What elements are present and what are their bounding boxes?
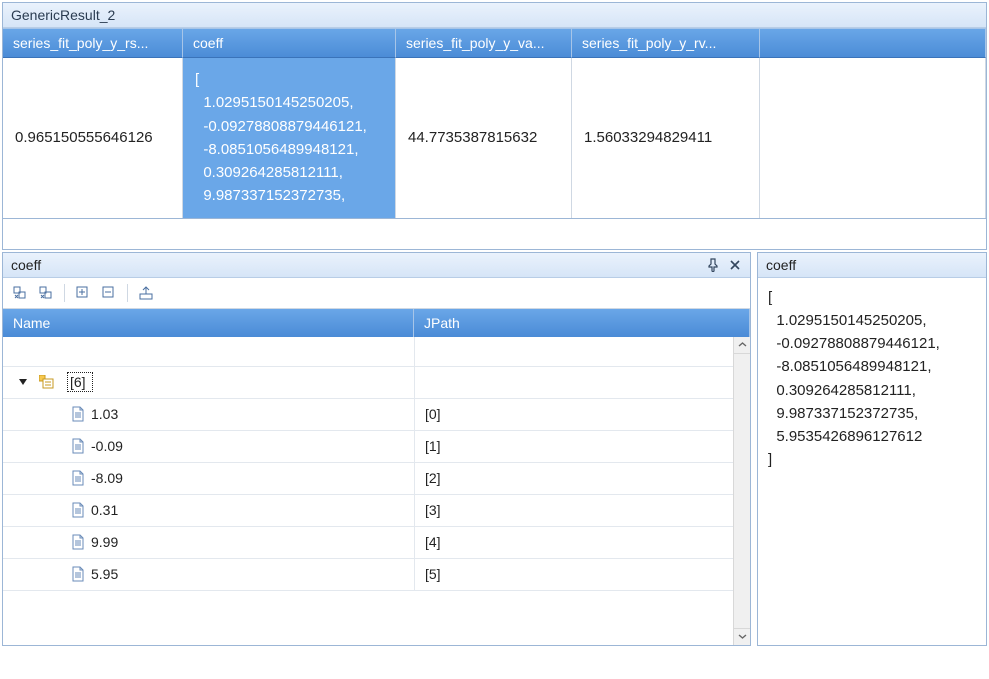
cell-rv[interactable]: 1.56033294829411 — [572, 58, 760, 218]
column-header[interactable]: series_fit_poly_y_rs... — [3, 28, 183, 58]
collapse-node-icon[interactable] — [98, 282, 120, 304]
document-icon — [71, 534, 85, 550]
pane-title: coeff — [766, 257, 796, 273]
column-header[interactable]: series_fit_poly_y_va... — [396, 28, 572, 58]
document-icon — [71, 502, 85, 518]
tree-header-row: Name JPath — [3, 309, 750, 337]
array-node-icon — [39, 375, 55, 389]
tree-item-row[interactable]: 9.99 [4] — [3, 527, 750, 559]
tree-item-jpath: [0] — [414, 399, 750, 430]
tree-item-label: -8.09 — [91, 470, 123, 486]
pane-header: coeff — [3, 253, 750, 278]
export-icon[interactable] — [135, 282, 157, 304]
tree-root-row[interactable]: [6] — [3, 367, 750, 399]
cell-empty — [760, 58, 986, 218]
result-panel: GenericResult_2 series_fit_poly_y_rs... … — [2, 2, 987, 250]
document-icon — [71, 470, 85, 486]
tree-item-label: 1.03 — [91, 406, 118, 422]
column-header[interactable]: coeff — [183, 28, 396, 58]
tree-toolbar — [3, 278, 750, 309]
collapse-all-icon[interactable] — [35, 282, 57, 304]
tree-item-label: 9.99 — [91, 534, 118, 550]
tree-item-jpath: [1] — [414, 431, 750, 462]
tree-item-jpath: [3] — [414, 495, 750, 526]
tree-item-row[interactable]: 0.31 [3] — [3, 495, 750, 527]
expand-node-icon[interactable] — [72, 282, 94, 304]
close-icon[interactable] — [728, 258, 742, 272]
pin-icon[interactable] — [706, 258, 720, 272]
tree-body: [6] 1.03 [0] -0.09 [1] -8.09 [2] 0.31 [3] 9.99 [4… — [3, 337, 750, 645]
tree-item-label: -0.09 — [91, 438, 123, 454]
scroll-up-icon[interactable] — [734, 337, 750, 354]
tree-item-jpath: [2] — [414, 463, 750, 494]
expand-triangle-icon[interactable] — [17, 376, 29, 388]
tree-item-jpath: [5] — [414, 559, 750, 590]
tree-item-row[interactable]: -8.09 [2] — [3, 463, 750, 495]
grid-header-row: series_fit_poly_y_rs... coeff series_fit… — [3, 28, 986, 58]
expand-all-icon[interactable] — [9, 282, 31, 304]
tree-item-row[interactable]: 1.03 [0] — [3, 399, 750, 431]
tree-header-jpath[interactable]: JPath — [414, 309, 750, 337]
coeff-tree-pane: coeff — [2, 252, 751, 646]
pane-title: coeff — [11, 257, 41, 273]
tree-item-label: 5.95 — [91, 566, 118, 582]
coeff-text-pane: coeff [ 1.0295150145250205, -0.092788088… — [757, 252, 987, 646]
grid-row[interactable]: 0.965150555646126 [ 1.0295150145250205, … — [3, 58, 986, 219]
cell-rs[interactable]: 0.965150555646126 — [3, 58, 183, 218]
column-header[interactable]: series_fit_poly_y_rv... — [572, 28, 760, 58]
pane-header: coeff — [758, 253, 986, 278]
tree-item-jpath: [4] — [414, 527, 750, 558]
panel-title: GenericResult_2 — [3, 3, 986, 28]
document-icon — [71, 406, 85, 422]
tree-item-label: 0.31 — [91, 502, 118, 518]
tree-item-row[interactable]: -0.09 [1] — [3, 431, 750, 463]
cell-va[interactable]: 44.7735387815632 — [396, 58, 572, 218]
coeff-json-text[interactable]: [ 1.0295150145250205, -0.092788088794461… — [758, 278, 986, 480]
document-icon — [71, 438, 85, 454]
column-header-empty — [760, 28, 986, 58]
tree-item-row[interactable]: 5.95 [5] — [3, 559, 750, 591]
scroll-down-icon[interactable] — [734, 628, 750, 645]
cell-coeff-selected[interactable]: [ 1.0295150145250205, -0.092788088794461… — [183, 58, 396, 218]
tree-blank-row — [3, 337, 750, 367]
document-icon — [71, 566, 85, 582]
vertical-scrollbar[interactable] — [733, 337, 750, 645]
root-label: [6] — [70, 374, 86, 390]
tree-header-name[interactable]: Name — [3, 309, 414, 337]
